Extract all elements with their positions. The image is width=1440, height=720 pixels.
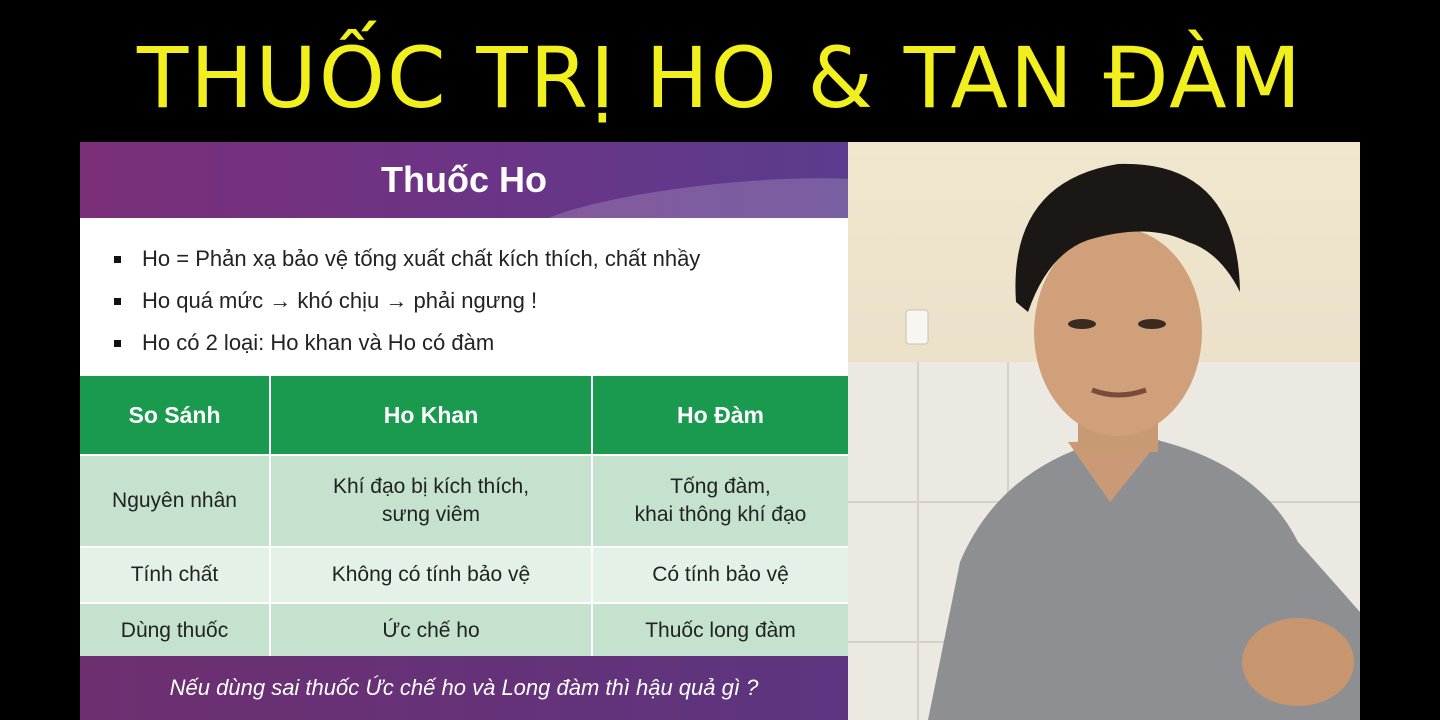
cell-line: sưng viêm (381, 503, 481, 526)
slide-title: Thuốc Ho (381, 159, 547, 200)
slide-header: Thuốc Ho (80, 142, 848, 218)
bullet-list: Ho = Phản xạ bảo vệ tống xuất chất kích … (112, 242, 700, 368)
ho-dam-cell: Có tính bảo vệ (592, 546, 848, 603)
row-label: Tính chất (80, 546, 271, 603)
presenter-hand (1242, 618, 1354, 706)
presenter-face (1034, 228, 1202, 436)
header-ho-khan: Ho Khan (270, 376, 593, 455)
row-label: Dùng thuốc (80, 602, 271, 658)
bullet-item: Ho có 2 loại: Ho khan và Ho có đàm (112, 326, 700, 368)
presentation-slide: Thuốc Ho Ho = Phản xạ bảo vệ tống xuất c… (80, 142, 848, 720)
row-label: Nguyên nhân (80, 454, 271, 547)
header-ho-dam: Ho Đàm (592, 376, 848, 455)
video-title: THUỐC TRỊ HO & TAN ĐÀM (136, 29, 1304, 127)
bullet-item: Ho = Phản xạ bảo vệ tống xuất chất kích … (112, 242, 700, 284)
table-row: Nguyên nhân Khí đạo bị kích thích, sưng … (80, 454, 848, 547)
wall-outlet-icon (905, 309, 929, 345)
table-row: Tính chất Không có tính bảo vệ Có tính b… (80, 546, 848, 603)
ho-khan-cell: Không có tính bảo vệ (270, 546, 593, 603)
cell-line: khai thông khí đạo (634, 503, 807, 526)
comparison-table: So Sánh Ho Khan Ho Đàm Nguyên nhân Khí đ… (80, 376, 848, 658)
presenter-video (848, 142, 1360, 720)
header-so-sanh: So Sánh (80, 376, 271, 455)
ho-dam-cell: Thuốc long đàm (592, 602, 848, 658)
footer-question: Nếu dùng sai thuốc Ức chế ho và Long đàm… (169, 675, 759, 700)
ho-khan-cell: Ức chế ho (270, 602, 593, 658)
cell-line: Khí đạo bị kích thích, (332, 475, 530, 498)
bullet-item: Ho quá mức → khó chịu → phải ngưng ! (112, 284, 700, 326)
ho-khan-cell: Khí đạo bị kích thích, sưng viêm (270, 454, 593, 547)
cell-line: Tống đàm, (670, 475, 771, 498)
ho-dam-cell: Tống đàm, khai thông khí đạo (592, 454, 848, 547)
table-header-row: So Sánh Ho Khan Ho Đàm (80, 376, 848, 455)
presenter-video-illustration (848, 142, 1360, 720)
table-row: Dùng thuốc Ức chế ho Thuốc long đàm (80, 602, 848, 658)
slide-footer: Nếu dùng sai thuốc Ức chế ho và Long đàm… (80, 656, 848, 720)
